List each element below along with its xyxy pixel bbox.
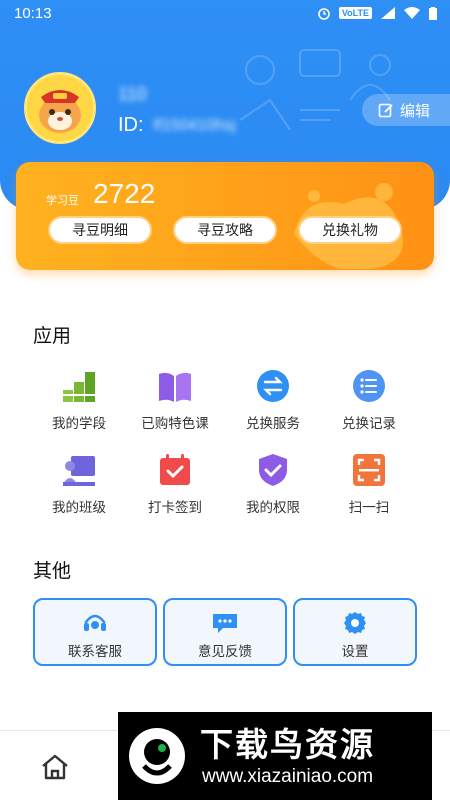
app-label: 我的学段: [52, 416, 106, 432]
shield-icon: [259, 454, 287, 486]
points-label: 学习豆: [46, 194, 79, 207]
app-my-stage[interactable]: 我的学段: [34, 368, 124, 432]
feedback-button[interactable]: 意见反馈: [163, 598, 287, 666]
settings-label: 设置: [341, 644, 369, 660]
bird-logo-icon: [129, 728, 185, 784]
id-value: lf150410hsj: [153, 116, 236, 134]
other-section-title: 其他: [33, 560, 72, 582]
username: 110: [118, 84, 147, 104]
points-card: 学习豆 2722 寻豆明细 寻豆攻略 兑换礼物: [16, 162, 434, 270]
app-label: 兑换服务: [246, 416, 300, 432]
redeem-gift-button[interactable]: 兑换礼物: [298, 216, 402, 244]
app-label: 扫一扫: [348, 500, 390, 516]
points-value: 2722: [93, 178, 156, 209]
app-label: 已购特色课: [141, 416, 209, 432]
status-bar: 10:13 VoLTE: [0, 0, 450, 28]
stairs-icon: [63, 372, 95, 402]
edit-profile-button[interactable]: 编辑: [362, 94, 450, 126]
scan-icon: [353, 454, 385, 486]
feedback-label: 意见反馈: [198, 644, 252, 660]
book-icon: [159, 372, 191, 402]
tiger-avatar-icon: [27, 75, 93, 141]
edit-label: 编辑: [400, 101, 431, 120]
contact-support-button[interactable]: 联系客服: [33, 598, 157, 666]
app-label: 我的权限: [246, 500, 300, 516]
status-time: 10:13: [14, 5, 52, 22]
avatar[interactable]: [24, 72, 96, 144]
class-icon: [63, 456, 95, 486]
battery-icon: [429, 7, 437, 20]
calendar-check-icon: [160, 454, 190, 485]
settings-button[interactable]: 设置: [293, 598, 417, 666]
app-label: 我的班级: [52, 500, 106, 516]
app-my-class[interactable]: 我的班级: [34, 452, 124, 516]
alarm-icon: [318, 8, 330, 20]
home-icon[interactable]: [40, 753, 70, 781]
watermark-title: 下载鸟资源: [200, 725, 375, 764]
gear-icon: [344, 612, 366, 634]
id-label: ID:: [118, 114, 144, 136]
app-check-in[interactable]: 打卡签到: [130, 452, 220, 516]
points-guide-button[interactable]: 寻豆攻略: [173, 216, 277, 244]
app-exchange-records[interactable]: 兑换记录: [324, 368, 414, 432]
exchange-icon: [257, 370, 289, 402]
app-label: 兑换记录: [342, 416, 396, 432]
edit-icon: [378, 103, 393, 118]
app-my-permissions[interactable]: 我的权限: [228, 452, 318, 516]
app-exchange-service[interactable]: 兑换服务: [228, 368, 318, 432]
signal-icon: [381, 7, 395, 19]
watermark-banner: 下载鸟资源 www.xiazainiao.com: [118, 712, 432, 800]
app-label: 打卡签到: [148, 500, 202, 516]
apps-section-title: 应用: [33, 325, 72, 347]
points-detail-button[interactable]: 寻豆明细: [48, 216, 152, 244]
wifi-icon: [404, 7, 420, 19]
feedback-icon: [213, 614, 237, 633]
list-icon: [353, 370, 385, 402]
app-scan[interactable]: 扫一扫: [324, 452, 414, 516]
watermark-url: www.xiazainiao.com: [202, 766, 374, 787]
volte-badge: VoLTE: [338, 7, 372, 19]
headset-icon: [84, 614, 106, 631]
app-purchased-courses[interactable]: 已购特色课: [130, 368, 220, 432]
contact-support-label: 联系客服: [68, 644, 122, 660]
user-id-row: ID: lf150410hsj: [118, 114, 235, 137]
